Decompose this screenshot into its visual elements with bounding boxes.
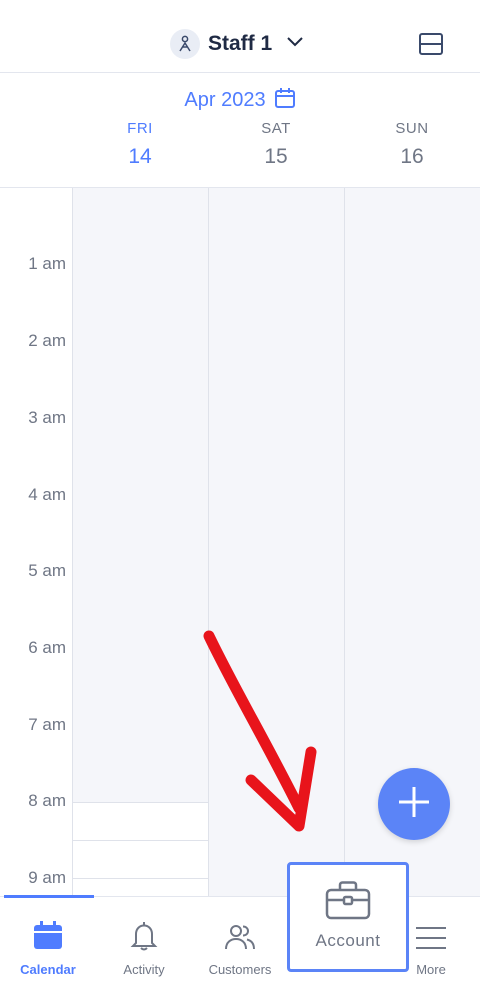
day-header-sun[interactable]: SUN 16 <box>344 120 480 169</box>
time-label: 1 am <box>28 254 66 273</box>
staff-name: Staff 1 <box>208 32 273 55</box>
tab-label: Account <box>315 931 381 950</box>
time-label: 6 am <box>28 638 66 657</box>
chevron-down-icon <box>286 35 304 53</box>
bell-icon <box>130 921 158 956</box>
time-label: 8 am <box>28 791 66 810</box>
calendar-icon <box>32 921 64 956</box>
tab-activity[interactable]: Activity <box>104 897 184 977</box>
day-column-fri[interactable] <box>72 188 209 898</box>
tab-calendar[interactable]: Calendar <box>8 897 88 977</box>
tab-label: Calendar <box>20 962 76 977</box>
time-label: 7 am <box>28 715 66 734</box>
month-label: Apr 2023 <box>184 88 266 111</box>
time-label: 3 am <box>28 408 66 427</box>
day-number: 16 <box>400 145 424 168</box>
open-slot[interactable] <box>73 802 208 841</box>
tab-label: Customers <box>208 962 272 977</box>
time-label: 5 am <box>28 561 66 580</box>
users-icon <box>224 923 256 956</box>
plus-icon <box>396 784 432 825</box>
menu-icon <box>415 925 447 956</box>
calendar-icon <box>274 87 296 114</box>
tab-more[interactable]: More <box>400 897 462 977</box>
month-picker[interactable]: Apr 2023 <box>0 84 480 116</box>
time-label: 2 am <box>28 331 66 350</box>
day-name: SAT <box>261 120 291 137</box>
open-slot[interactable] <box>73 840 208 879</box>
layout-rows-icon[interactable] <box>418 31 444 57</box>
briefcase-icon <box>324 880 372 925</box>
day-number: 14 <box>128 145 152 168</box>
tab-label: More <box>416 962 446 977</box>
tab-account[interactable]: Account <box>290 880 406 960</box>
time-label: 4 am <box>28 485 66 504</box>
day-header-sat[interactable]: SAT 15 <box>208 120 344 169</box>
annotation-arrow <box>203 630 317 832</box>
staff-selector[interactable]: Staff 1 <box>170 26 304 62</box>
day-name: SUN <box>395 120 429 137</box>
time-label: 9 am <box>28 868 66 887</box>
tab-label: Activity <box>123 962 165 977</box>
person-icon <box>170 29 200 59</box>
add-appointment-button[interactable] <box>378 768 450 840</box>
day-name: FRI <box>127 120 153 137</box>
top-header: Staff 1 <box>0 0 480 73</box>
day-number: 15 <box>264 145 288 168</box>
tab-customers[interactable]: Customers <box>200 897 280 977</box>
day-header-fri[interactable]: FRI 14 <box>72 120 208 169</box>
